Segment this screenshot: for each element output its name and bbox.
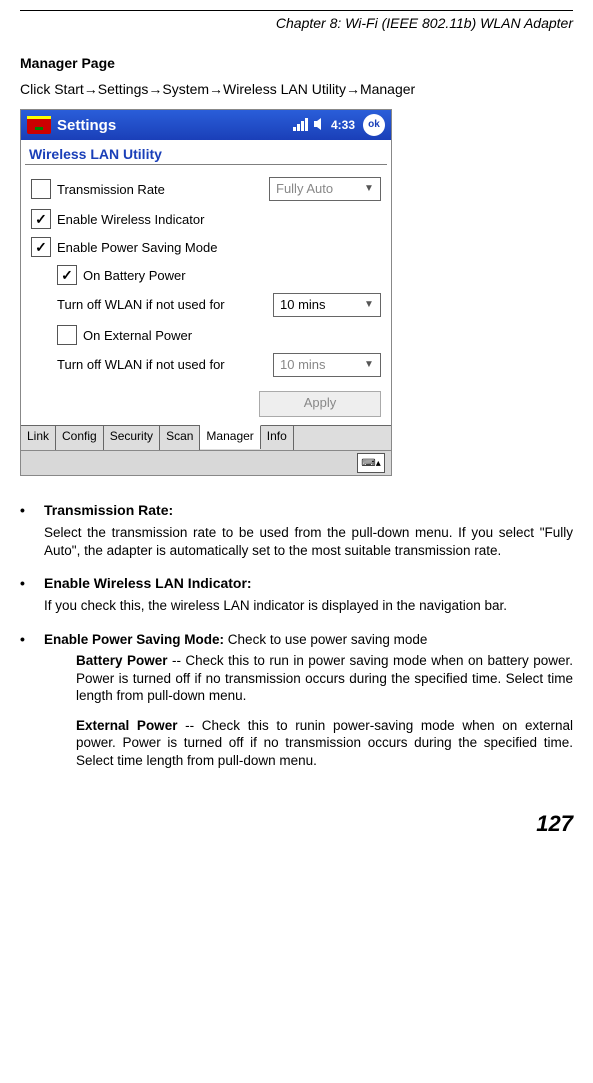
keyboard-icon[interactable]: ⌨▴	[357, 453, 385, 473]
transmission-rate-dropdown[interactable]: Fully Auto ▼	[269, 177, 381, 201]
battery-turnoff-label: Turn off WLAN if not used for	[57, 298, 267, 312]
feature-title: Enable Wireless LAN Indicator:	[44, 575, 573, 591]
battery-turnoff-value: 10 mins	[280, 294, 326, 316]
transmission-rate-value: Fully Auto	[276, 178, 333, 200]
feature-title: Transmission Rate:	[44, 502, 573, 518]
app-title-underline	[25, 164, 387, 165]
battery-turnoff-row: Turn off WLAN if not used for 10 mins ▼	[21, 289, 391, 321]
on-battery-checkbox[interactable]: ✓	[57, 265, 77, 285]
enable-indicator-label: Enable Wireless Indicator	[57, 212, 204, 227]
ok-button[interactable]: ok	[363, 114, 385, 136]
tab-manager[interactable]: Manager	[200, 425, 260, 449]
on-battery-label: On Battery Power	[83, 268, 186, 283]
feature-title-after: Check to use power saving mode	[224, 632, 427, 647]
tab-security[interactable]: Security	[104, 426, 160, 450]
feature-body: Select the transmission rate to be used …	[44, 524, 573, 559]
window-titlebar: Settings 4:33 ok	[21, 110, 391, 140]
chevron-down-icon: ▼	[362, 358, 376, 372]
on-external-row: On External Power	[21, 321, 391, 349]
on-external-label: On External Power	[83, 328, 192, 343]
start-flag-icon[interactable]	[27, 116, 51, 134]
titlebar-icons: 4:33 ok	[293, 114, 385, 136]
window-title: Settings	[57, 117, 293, 134]
tab-bar: Link Config Security Scan Manager Info	[21, 425, 391, 450]
feature-item-transmission-rate: • Transmission Rate: Select the transmis…	[20, 502, 573, 563]
transmission-rate-row: Transmission Rate Fully Auto ▼	[21, 173, 391, 205]
bullet-dot: •	[20, 631, 44, 782]
speaker-icon[interactable]	[313, 117, 327, 134]
chevron-down-icon: ▼	[362, 298, 376, 312]
transmission-rate-checkbox[interactable]	[31, 179, 51, 199]
sub-item-lead: Battery Power	[76, 653, 168, 668]
tab-link[interactable]: Link	[21, 426, 56, 450]
screenshot: Settings 4:33 ok Wireless LAN Utility Tr…	[20, 109, 392, 476]
enable-indicator-row: ✓ Enable Wireless Indicator	[21, 205, 391, 233]
header-divider	[20, 10, 573, 11]
feature-title: Enable Power Saving Mode:	[44, 632, 224, 647]
section-title: Manager Page	[20, 55, 573, 71]
enable-indicator-checkbox[interactable]: ✓	[31, 209, 51, 229]
feature-body: If you check this, the wireless LAN indi…	[44, 597, 573, 615]
external-turnoff-row: Turn off WLAN if not used for 10 mins ▼	[21, 349, 391, 381]
enable-psm-label: Enable Power Saving Mode	[57, 240, 217, 255]
clock-text: 4:33	[331, 118, 355, 132]
app-title: Wireless LAN Utility	[21, 140, 391, 164]
sub-item-battery-power: Battery Power -- Check this to run in po…	[76, 652, 573, 705]
chevron-down-icon: ▼	[362, 182, 376, 196]
external-turnoff-value: 10 mins	[280, 354, 326, 376]
battery-turnoff-dropdown[interactable]: 10 mins ▼	[273, 293, 381, 317]
on-external-checkbox[interactable]	[57, 325, 77, 345]
feature-item-enable-indicator: • Enable Wireless LAN Indicator: If you …	[20, 575, 573, 619]
bottom-bar: ⌨▴	[21, 450, 391, 475]
page-number: 127	[20, 811, 573, 837]
bullet-dot: •	[20, 575, 44, 619]
transmission-rate-label: Transmission Rate	[57, 182, 165, 197]
external-turnoff-dropdown[interactable]: 10 mins ▼	[273, 353, 381, 377]
bullet-dot: •	[20, 502, 44, 563]
feature-list: • Transmission Rate: Select the transmis…	[20, 502, 573, 781]
enable-psm-checkbox[interactable]: ✓	[31, 237, 51, 257]
feature-item-power-saving: • Enable Power Saving Mode: Check to use…	[20, 631, 573, 782]
on-battery-row: ✓ On Battery Power	[21, 261, 391, 289]
tab-config[interactable]: Config	[56, 426, 104, 450]
sub-item-external-power: External Power -- Check this to runin po…	[76, 717, 573, 770]
apply-button[interactable]: Apply	[259, 391, 381, 417]
tab-scan[interactable]: Scan	[160, 426, 200, 450]
feature-title-line: Enable Power Saving Mode: Check to use p…	[44, 631, 573, 649]
navigation-path: Click Start→Settings→System→Wireless LAN…	[20, 81, 573, 97]
enable-psm-row: ✓ Enable Power Saving Mode	[21, 233, 391, 261]
chapter-title: Chapter 8: Wi-Fi (IEEE 802.11b) WLAN Ada…	[20, 15, 573, 31]
sub-item-lead: External Power	[76, 718, 177, 733]
tab-info[interactable]: Info	[261, 426, 294, 450]
external-turnoff-label: Turn off WLAN if not used for	[57, 358, 267, 372]
signal-icon[interactable]	[293, 117, 309, 134]
